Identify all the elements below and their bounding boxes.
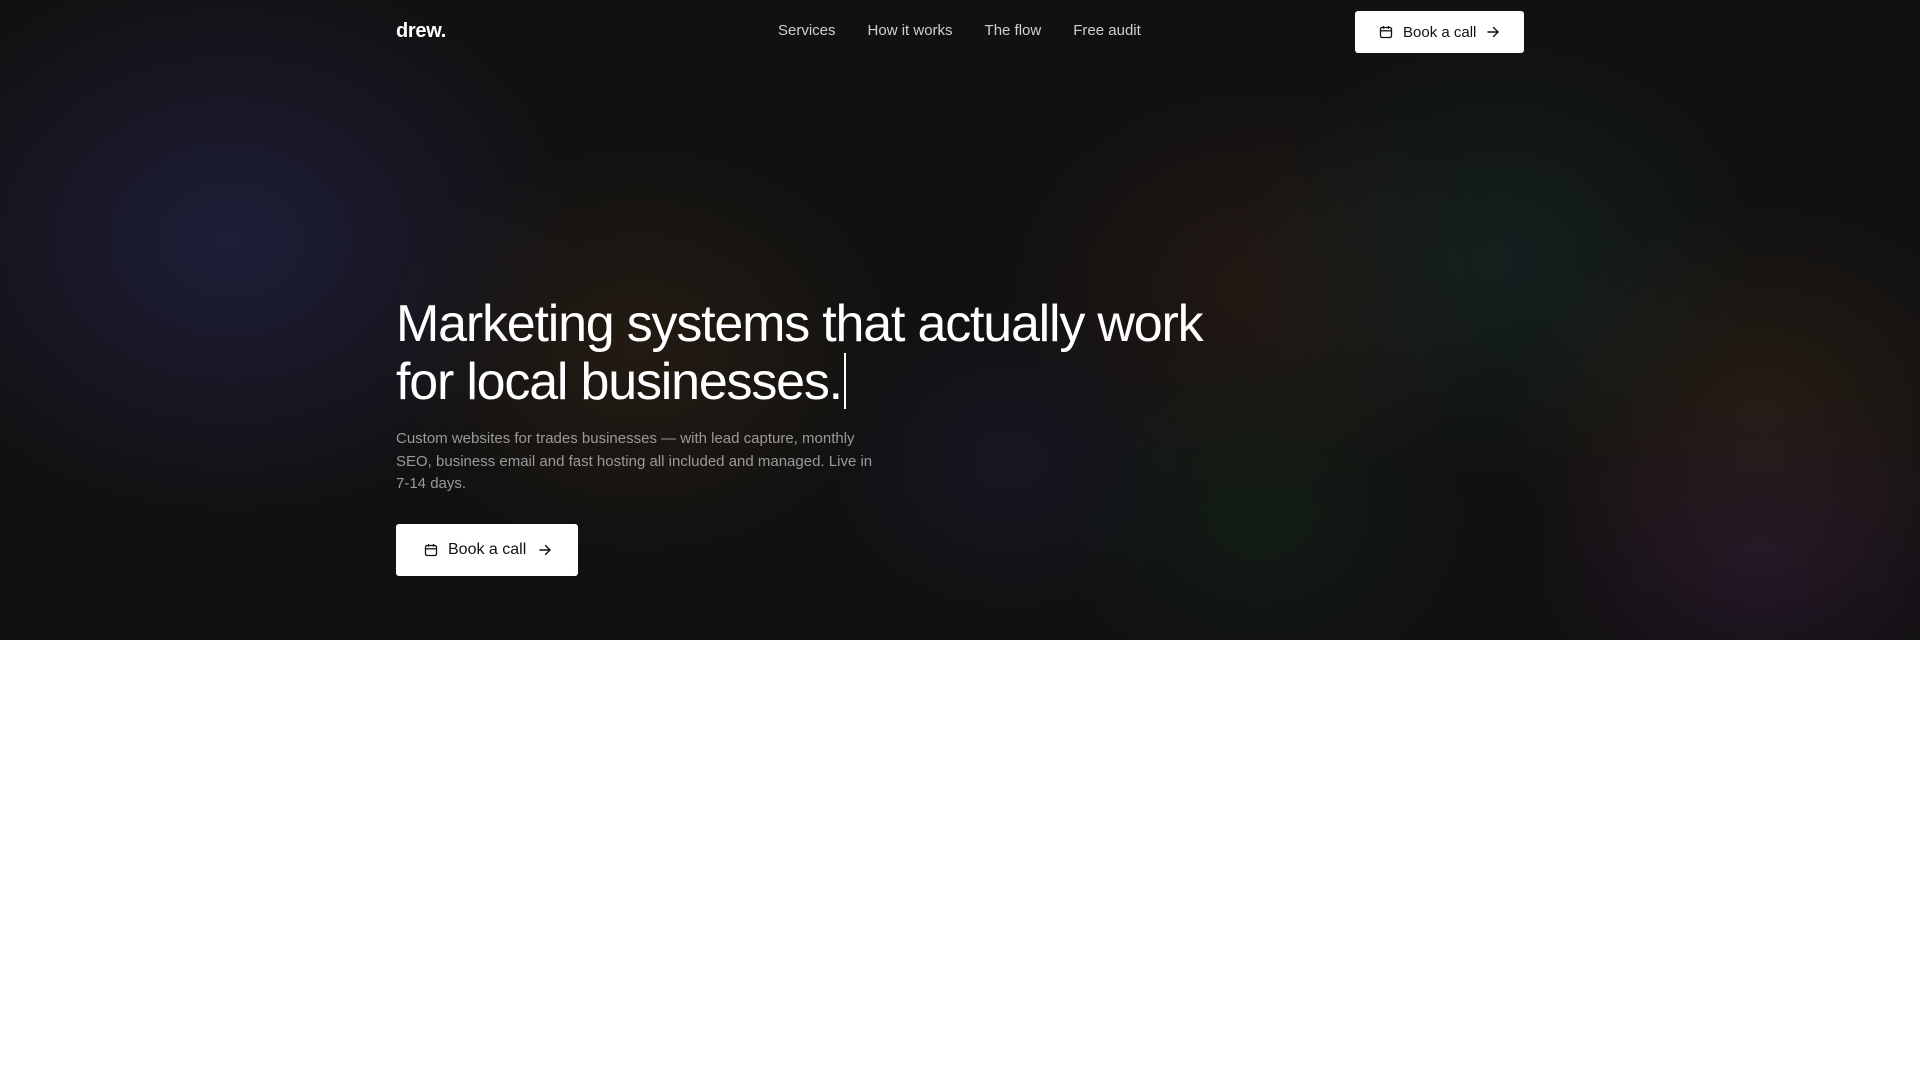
arrow-right-icon bbox=[538, 543, 552, 557]
hero-subtext: Custom websites for trades businesses — … bbox=[396, 430, 873, 492]
nav-book-call-button[interactable]: Book a call bbox=[1355, 11, 1524, 53]
headline-line-2: for local businesses. bbox=[396, 353, 843, 411]
nav-link-free-audit[interactable]: Free audit bbox=[1073, 22, 1141, 39]
hero-book-call-label: Book a call bbox=[448, 541, 527, 558]
background-glow bbox=[1240, 40, 1760, 480]
arrow-right-icon bbox=[1486, 25, 1500, 39]
nav-link-the-flow[interactable]: The flow bbox=[985, 22, 1042, 39]
headline-line-1: Marketing systems that actually work bbox=[396, 295, 1204, 353]
background-glow bbox=[1500, 200, 1920, 620]
calendar-icon bbox=[1379, 25, 1393, 39]
background-glow bbox=[1000, 80, 1520, 500]
typing-caret bbox=[843, 353, 846, 409]
top-navigation: drew. Services How it works The flow Fre… bbox=[0, 0, 1920, 64]
hero-headline: Marketing systems that actually work for … bbox=[396, 296, 1296, 411]
nav-book-call-label: Book a call bbox=[1403, 23, 1477, 41]
nav-link-how-it-works[interactable]: How it works bbox=[868, 22, 953, 39]
background-glow bbox=[1520, 380, 1920, 640]
nav-links: Services How it works The flow Free audi… bbox=[778, 22, 1141, 39]
hero-book-call-button[interactable]: Book a call bbox=[396, 524, 578, 576]
calendar-icon bbox=[424, 543, 438, 557]
hero-section: drew. Services How it works The flow Fre… bbox=[0, 0, 1920, 640]
site-logo[interactable]: drew. bbox=[396, 20, 446, 43]
nav-link-services[interactable]: Services bbox=[778, 22, 836, 39]
